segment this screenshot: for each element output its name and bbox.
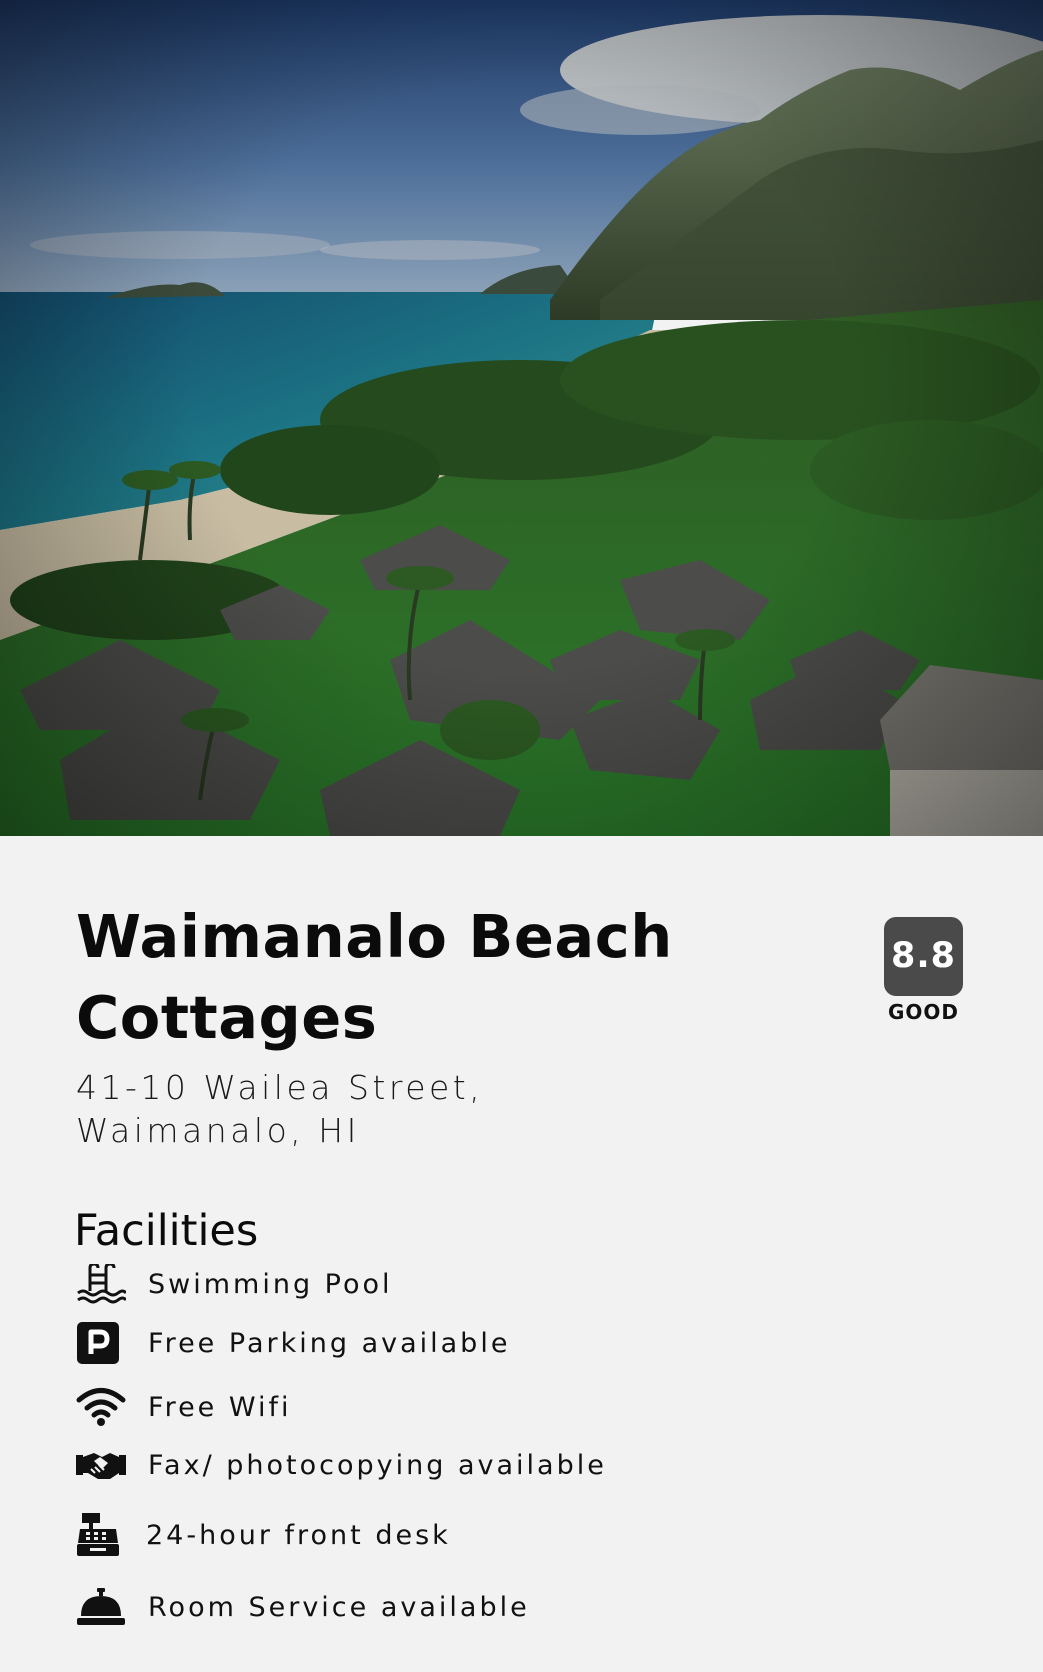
- handshake-icon: [76, 1441, 126, 1489]
- swimming-pool-icon: [76, 1260, 126, 1308]
- rating-label: GOOD: [887, 1000, 960, 1024]
- facility-label: 24-hour front desk: [146, 1519, 451, 1551]
- hero-photo: [0, 0, 1043, 836]
- rating-score: 8.8: [884, 917, 963, 996]
- facility-label: Room Service available: [148, 1591, 530, 1623]
- facilities-heading: Facilities: [74, 1206, 259, 1256]
- facility-item-fax: Fax/ photocopying available: [76, 1441, 607, 1489]
- facility-item-wifi: Free Wifi: [76, 1383, 292, 1431]
- hotel-detail-page: Waimanalo Beach Cottages 8.8 GOOD 41-10 …: [0, 0, 1043, 1672]
- facility-label: Fax/ photocopying available: [148, 1449, 607, 1481]
- facility-item-room-service: Room Service available: [76, 1583, 530, 1631]
- parking-icon: [76, 1319, 126, 1367]
- address-line-1: 41-10 Wailea Street,: [76, 1068, 484, 1107]
- facility-item-front-desk: 24-hour front desk: [76, 1511, 451, 1559]
- wifi-icon: [76, 1383, 126, 1431]
- address-line-2: Waimanalo, HI: [76, 1111, 360, 1150]
- cash-register-icon: [76, 1511, 126, 1559]
- facility-label: Free Wifi: [148, 1391, 292, 1423]
- service-bell-icon: [76, 1583, 126, 1631]
- facility-item-swimming-pool: Swimming Pool: [76, 1260, 393, 1308]
- facility-label: Free Parking available: [148, 1327, 511, 1359]
- hotel-address: 41-10 Wailea Street, Waimanalo, HI: [76, 1066, 636, 1152]
- facility-item-parking: Free Parking available: [76, 1319, 510, 1367]
- hotel-name: Waimanalo Beach Cottages: [76, 902, 673, 1052]
- rating-badge: 8.8 GOOD: [884, 917, 963, 1024]
- facility-label: Swimming Pool: [148, 1268, 393, 1300]
